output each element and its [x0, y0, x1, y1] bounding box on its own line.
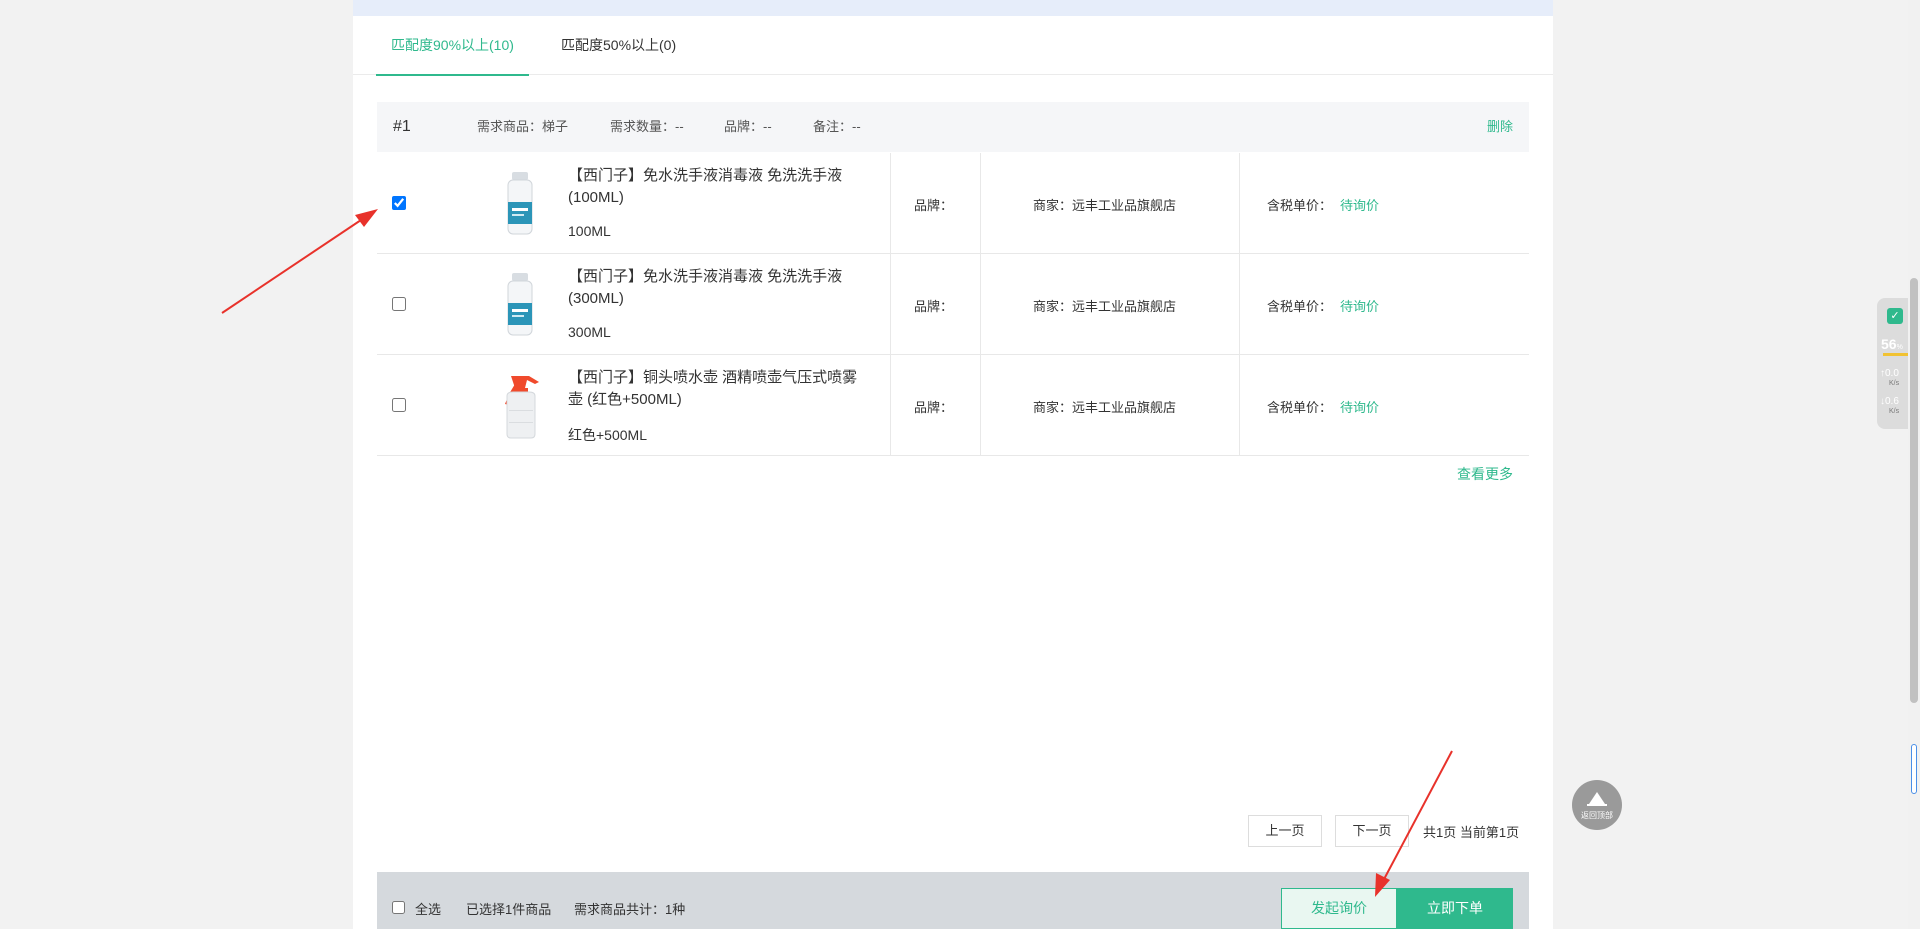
download-value: 0.6 [1885, 396, 1899, 407]
delete-button[interactable]: 删除 [1487, 102, 1513, 152]
active-tab-underline [376, 74, 529, 76]
cpu-percent-value: 56 [1881, 336, 1897, 352]
main-panel: 匹配度90%以上(10) 匹配度50%以上(0) #1 需求商品：梯子 需求数量… [353, 0, 1553, 929]
demand-quantity: 需求数量：-- [610, 119, 684, 134]
product-image-pressure-sprayer [505, 376, 539, 439]
price-value: 待询价 [1340, 299, 1380, 314]
product-image-spray-bottle [507, 273, 533, 336]
match-tabs: 匹配度90%以上(10) 匹配度50%以上(0) [353, 16, 1553, 76]
download-speed: ↓0.6 [1880, 396, 1899, 407]
product-merchant: 商家：远丰工业品旗舰店 [1033, 198, 1177, 213]
product-spec: 红色+500ML [568, 427, 647, 443]
back-to-top-button[interactable]: 返回顶部 [1572, 780, 1622, 830]
demand-brand: 品牌：-- [724, 119, 772, 134]
product-row: 【西门子】铜头喷水壶 酒精喷壶气压式喷雾壶 (红色+500ML) 红色+500M… [377, 355, 1529, 456]
top-strip [353, 0, 1553, 16]
cpu-percent-unit: % [1896, 344, 1903, 351]
product-brand: 品牌： [914, 198, 954, 213]
back-to-top-icon [1587, 804, 1607, 806]
prev-page-button[interactable]: 上一页 [1248, 815, 1322, 847]
next-page-button[interactable]: 下一页 [1335, 815, 1409, 847]
product-merchant: 商家：远丰工业品旗舰店 [1033, 400, 1177, 415]
demand-group-header: #1 需求商品：梯子 需求数量：-- 品牌：-- 备注：-- 删除 [377, 102, 1529, 152]
column-divider [1239, 153, 1240, 253]
product-row: 【西门子】免水洗手液消毒液 免洗洗手液(100ML) 100ML 品牌： 商家：… [377, 153, 1529, 254]
see-more-link[interactable]: 查看更多 [1457, 464, 1513, 484]
column-divider [1239, 254, 1240, 354]
demand-product: 需求商品：梯子 [477, 119, 569, 134]
place-order-button[interactable]: 立即下单 [1397, 888, 1513, 929]
shield-check-icon: ✓ [1887, 308, 1903, 324]
page-info: 共1页 当前第1页 [1423, 825, 1520, 840]
column-divider [1239, 355, 1240, 455]
upload-speed: ↑0.0 [1880, 368, 1899, 379]
demand-total: 需求商品共计：1种 [574, 902, 686, 917]
column-divider [890, 153, 891, 253]
product-spec: 100ML [568, 223, 611, 239]
group-number: #1 [393, 118, 411, 135]
price-label: 含税单价： [1267, 198, 1333, 213]
annotation-arrow-line [221, 217, 365, 314]
product-checkbox[interactable] [392, 196, 406, 210]
scroll-indicator [1911, 744, 1917, 794]
product-merchant: 商家：远丰工业品旗舰店 [1033, 299, 1177, 314]
scrollbar-thumb[interactable] [1910, 278, 1918, 703]
select-all-checkbox[interactable] [392, 901, 405, 914]
product-spec: 300ML [568, 324, 611, 340]
product-list: 【西门子】免水洗手液消毒液 免洗洗手液(100ML) 100ML 品牌： 商家：… [377, 153, 1529, 456]
selected-count: 已选择1件商品 [466, 902, 552, 917]
product-checkbox[interactable] [392, 297, 406, 311]
product-title[interactable]: 【西门子】铜头喷水壶 酒精喷壶气压式喷雾壶 (红色+500ML) [568, 367, 868, 411]
product-brand: 品牌： [914, 400, 954, 415]
cpu-percent: 56% [1881, 336, 1903, 352]
start-inquiry-button[interactable]: 发起询价 [1281, 888, 1397, 929]
column-divider [980, 355, 981, 455]
upload-value: 0.0 [1885, 368, 1899, 379]
cpu-gauge [1883, 353, 1909, 356]
product-title[interactable]: 【西门子】免水洗手液消毒液 免洗洗手液(300ML) [568, 266, 868, 310]
column-divider [980, 254, 981, 354]
product-row: 【西门子】免水洗手液消毒液 免洗洗手液(300ML) 300ML 品牌： 商家：… [377, 254, 1529, 355]
price-value: 待询价 [1340, 198, 1380, 213]
price-value: 待询价 [1340, 400, 1380, 415]
product-brand: 品牌： [914, 299, 954, 314]
select-all-label[interactable]: 全选 [415, 899, 441, 918]
product-image-spray-bottle [507, 172, 533, 235]
bottom-action-bar: 全选 已选择1件商品 需求商品共计：1种 发起询价 立即下单 [377, 872, 1529, 929]
system-monitor-widget[interactable]: ✓ 56% ↑0.0 K/s ↓0.6 K/s [1877, 298, 1911, 429]
back-to-top-label: 返回顶部 [1581, 811, 1613, 820]
tab-match-90[interactable]: 匹配度90%以上(10) [376, 16, 529, 76]
upload-unit: K/s [1889, 380, 1900, 387]
tab-label: 匹配度50%以上(0) [561, 37, 677, 53]
column-divider [890, 355, 891, 455]
product-checkbox[interactable] [392, 398, 406, 412]
tab-label: 匹配度90%以上(10) [391, 37, 514, 53]
tab-match-50[interactable]: 匹配度50%以上(0) [561, 16, 676, 75]
column-divider [890, 254, 891, 354]
demand-note: 备注：-- [813, 119, 861, 134]
product-title[interactable]: 【西门子】免水洗手液消毒液 免洗洗手液(100ML) [568, 165, 868, 209]
download-unit: K/s [1889, 408, 1900, 415]
column-divider [980, 153, 981, 253]
up-arrow-icon [1589, 792, 1605, 804]
price-label: 含税单价： [1267, 400, 1333, 415]
price-label: 含税单价： [1267, 299, 1333, 314]
